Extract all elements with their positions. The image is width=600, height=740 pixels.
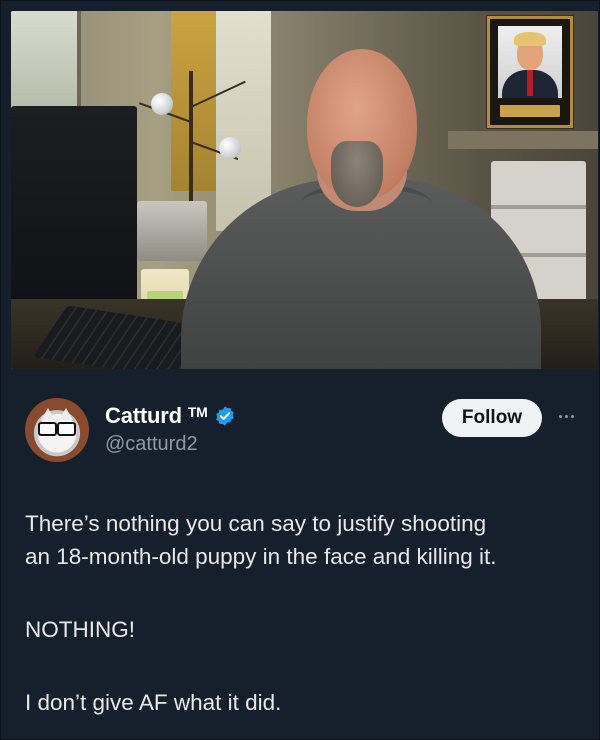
tweet-text-line: There’s nothing you can say to justify s… [25,511,487,536]
portrait-tie [527,70,533,96]
photo-framed-portrait [487,16,573,128]
photo-window [11,11,81,111]
verified-badge-icon [215,406,234,426]
more-dot [558,414,562,418]
author-name-text[interactable]: Catturd [105,403,182,429]
avatar-glasses [38,422,76,436]
tweet-text-line: I don’t give AF what it did. [25,690,282,715]
more-dot [570,414,574,418]
framed-portrait-plaque [500,105,560,117]
author-handle[interactable]: @catturd2 [105,433,198,456]
photo-ornament [219,137,241,159]
photo-person-beard [331,141,383,207]
more-dot [564,414,568,418]
framed-portrait-photo [498,26,562,98]
avatar-cat-ear [41,408,55,420]
avatar-cat-ear [59,408,73,420]
tweet-text-line: an 18-month-old puppy in the face and ki… [25,544,497,569]
tweet-card: Catturd TM @catturd2 Follow There’s noth… [0,0,600,740]
photo-yellow-panel [171,11,216,191]
photo-shelf [448,131,598,149]
portrait-hair [514,32,546,46]
avatar[interactable] [25,398,89,462]
trademark-symbol: TM [187,404,208,420]
tweet-photo[interactable] [11,11,598,369]
author-display-name[interactable]: Catturd TM [105,403,236,429]
tweet-text-line: NOTHING! [25,617,135,642]
follow-button[interactable]: Follow [442,399,542,437]
photo-tree-trunk [189,71,193,201]
more-horizontal-icon[interactable] [555,406,577,426]
photo-printer [137,201,207,261]
tweet-text: There’s nothing you can say to justify s… [25,507,585,719]
photo-ornament [151,93,173,115]
